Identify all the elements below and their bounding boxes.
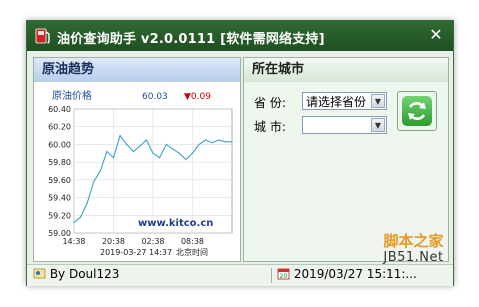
city-header: 所在城市 bbox=[244, 58, 448, 82]
chart-source-url: www.kitco.cn bbox=[138, 218, 213, 229]
price-point bbox=[158, 157, 161, 159]
city-select[interactable]: ▼ bbox=[302, 116, 387, 134]
price-point bbox=[119, 134, 121, 137]
status-divider bbox=[271, 268, 272, 283]
price-point bbox=[112, 157, 115, 159]
price-point bbox=[132, 150, 134, 153]
status-datetime: 20 2019/03/27 15:11:... bbox=[277, 267, 417, 281]
price-point bbox=[139, 145, 141, 147]
price-point bbox=[224, 141, 227, 143]
price-point bbox=[211, 142, 213, 144]
author-icon bbox=[33, 268, 46, 279]
y-tick-label: 59.20 bbox=[48, 211, 71, 220]
x-tick-label: 02:38 bbox=[141, 237, 164, 246]
x-tick-label: 14:38 bbox=[62, 237, 85, 246]
y-tick-label: 60.00 bbox=[48, 140, 71, 149]
app-window: 油价查询助手 v2.0.0111 [软件需网络支持] ✕ 原油趋势 原油价格 6… bbox=[26, 20, 454, 286]
province-select[interactable]: 请选择省份 ▼ bbox=[302, 92, 387, 110]
chart-timestamp: 2019-03-27 14:37 bbox=[100, 248, 172, 257]
y-tick-label: 60.20 bbox=[48, 123, 71, 132]
price-point bbox=[86, 202, 88, 204]
city-label: 城 市: bbox=[254, 120, 286, 134]
refresh-icon bbox=[408, 102, 426, 120]
refresh-button[interactable] bbox=[397, 91, 437, 131]
price-point bbox=[231, 141, 233, 143]
crude-oil-panel: 原油趋势 原油价格 60.03 ▼0.09 60.40 60.20 60.00 59.… bbox=[33, 57, 241, 262]
price-point bbox=[172, 148, 174, 150]
price-point bbox=[106, 150, 108, 153]
y-tick-label: 60.40 bbox=[48, 105, 71, 114]
price-point bbox=[178, 152, 180, 154]
y-tick-label: 59.80 bbox=[48, 158, 71, 167]
close-button[interactable]: ✕ bbox=[427, 26, 445, 44]
crude-oil-header: 原油趋势 bbox=[34, 58, 240, 82]
price-point bbox=[165, 143, 167, 146]
oil-price-value: 60.03 bbox=[142, 92, 168, 102]
price-point bbox=[152, 152, 154, 154]
price-point bbox=[191, 152, 194, 154]
svg-text:20: 20 bbox=[280, 273, 288, 280]
price-point bbox=[145, 139, 148, 141]
city-panel: 所在城市 省 份: 请选择省份 ▼ 城 市: ▼ bbox=[243, 57, 449, 262]
price-point bbox=[93, 181, 95, 183]
status-bar: By Doul123 20 2019/03/27 15:11:... bbox=[27, 264, 453, 286]
price-point bbox=[198, 143, 200, 146]
close-icon: ✕ bbox=[429, 25, 443, 44]
chevron-down-icon[interactable]: ▼ bbox=[371, 118, 385, 132]
price-point bbox=[185, 158, 187, 161]
calendar-icon: 20 bbox=[277, 268, 290, 280]
chart-timezone: 北京时间 bbox=[176, 247, 208, 257]
x-tick-label: 20:38 bbox=[102, 237, 125, 246]
price-point bbox=[218, 139, 220, 141]
province-label: 省 份: bbox=[254, 96, 286, 110]
oil-price-change: ▼0.09 bbox=[184, 92, 211, 102]
title-bar[interactable]: 油价查询助手 v2.0.0111 [软件需网络支持] ✕ bbox=[27, 21, 453, 51]
price-point bbox=[205, 139, 207, 141]
author-text: By Doul123 bbox=[49, 267, 120, 281]
status-author: By Doul123 bbox=[33, 267, 119, 281]
datetime-text: 2019/03/27 15:11:... bbox=[293, 267, 417, 281]
window-title: 油价查询助手 v2.0.0111 [软件需网络支持] bbox=[57, 32, 325, 47]
fuel-pump-icon bbox=[35, 28, 50, 44]
y-tick-label: 59.60 bbox=[48, 176, 71, 185]
chart-title: 原油价格 bbox=[52, 89, 92, 102]
x-tick-label: 08:38 bbox=[181, 237, 204, 246]
price-point bbox=[79, 216, 82, 218]
refresh-button-face bbox=[402, 96, 432, 126]
price-point bbox=[99, 170, 101, 172]
price-point bbox=[73, 221, 75, 223]
chevron-down-icon[interactable]: ▼ bbox=[371, 94, 385, 108]
crude-oil-chart: 原油价格 60.03 ▼0.09 60.40 60.20 60.00 59.80 59.… bbox=[48, 89, 233, 257]
y-tick-label: 59.40 bbox=[48, 194, 71, 203]
price-point bbox=[126, 143, 128, 146]
province-select-value: 请选择省份 bbox=[306, 95, 367, 109]
